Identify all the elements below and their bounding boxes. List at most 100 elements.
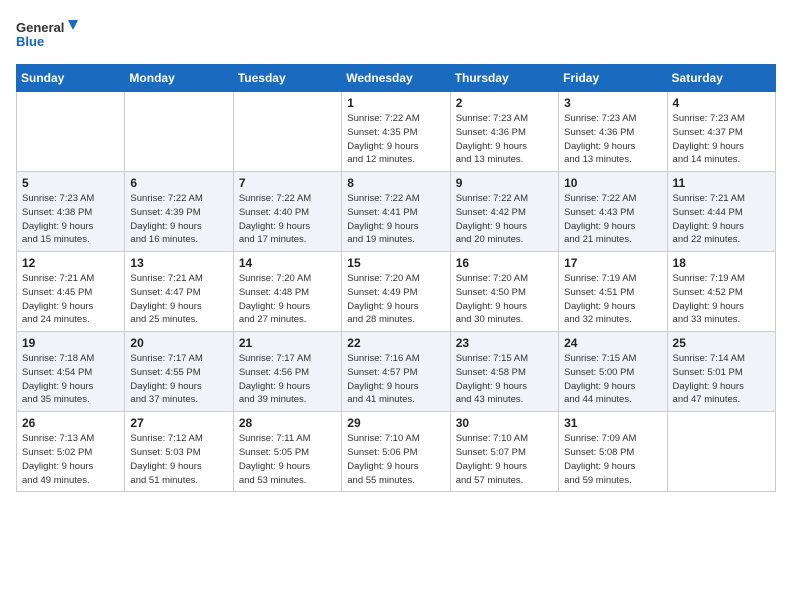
day-info: Sunrise: 7:15 AM Sunset: 4:58 PM Dayligh…	[456, 352, 553, 407]
calendar-table: SundayMondayTuesdayWednesdayThursdayFrid…	[16, 64, 776, 492]
day-number: 20	[130, 336, 227, 350]
day-cell: 23 Sunrise: 7:15 AM Sunset: 4:58 PM Dayli…	[450, 332, 558, 412]
day-number: 18	[673, 256, 770, 270]
week-row-2: 5Sunrise: 7:23 AM Sunset: 4:38 PM Daylig…	[17, 172, 776, 252]
header-row: SundayMondayTuesdayWednesdayThursdayFrid…	[17, 65, 776, 92]
day-info: Sunrise: 7:21 AM Sunset: 4:44 PM Dayligh…	[673, 192, 770, 247]
day-info: Sunrise: 7:17 AM Sunset: 4:55 PM Dayligh…	[130, 352, 227, 407]
day-number: 7	[239, 176, 336, 190]
week-row-4: 19Sunrise: 7:18 AM Sunset: 4:54 PM Dayli…	[17, 332, 776, 412]
day-cell: 20 Sunrise: 7:17 AM Sunset: 4:55 PM Dayli…	[125, 332, 233, 412]
day-cell: 21Sunrise: 7:17 AM Sunset: 4:56 PM Dayli…	[233, 332, 341, 412]
day-cell	[233, 92, 341, 172]
day-cell: 25Sunrise: 7:14 AM Sunset: 5:01 PM Dayli…	[667, 332, 775, 412]
day-info: Sunrise: 7:19 AM Sunset: 4:51 PM Dayligh…	[564, 272, 661, 327]
day-number: 14	[239, 256, 336, 270]
day-header-tuesday: Tuesday	[233, 65, 341, 92]
day-info: Sunrise: 7:22 AM Sunset: 4:35 PM Dayligh…	[347, 112, 444, 167]
day-info: Sunrise: 7:22 AM Sunset: 4:39 PM Dayligh…	[130, 192, 227, 247]
day-cell: 4Sunrise: 7:23 AM Sunset: 4:37 PM Daylig…	[667, 92, 775, 172]
day-cell: 9Sunrise: 7:22 AM Sunset: 4:42 PM Daylig…	[450, 172, 558, 252]
day-number: 28	[239, 416, 336, 430]
day-cell: 5Sunrise: 7:23 AM Sunset: 4:38 PM Daylig…	[17, 172, 125, 252]
week-row-3: 12 Sunrise: 7:21 AM Sunset: 4:45 PM Dayli…	[17, 252, 776, 332]
day-info: Sunrise: 7:22 AM Sunset: 4:41 PM Dayligh…	[347, 192, 444, 247]
day-number: 11	[673, 176, 770, 190]
day-number: 25	[673, 336, 770, 350]
day-header-friday: Friday	[559, 65, 667, 92]
day-number: 6	[130, 176, 227, 190]
day-cell: 29 Sunrise: 7:10 AM Sunset: 5:06 PM Dayli…	[342, 412, 450, 492]
day-number: 17	[564, 256, 661, 270]
day-info: Sunrise: 7:09 AM Sunset: 5:08 PM Dayligh…	[564, 432, 661, 487]
day-info: Sunrise: 7:10 AM Sunset: 5:07 PM Dayligh…	[456, 432, 553, 487]
day-info: Sunrise: 7:22 AM Sunset: 4:42 PM Dayligh…	[456, 192, 553, 247]
day-info: Sunrise: 7:12 AM Sunset: 5:03 PM Dayligh…	[130, 432, 227, 487]
day-number: 13	[130, 256, 227, 270]
day-cell: 26 Sunrise: 7:13 AM Sunset: 5:02 PM Dayli…	[17, 412, 125, 492]
day-number: 3	[564, 96, 661, 110]
week-row-1: 1 Sunrise: 7:22 AM Sunset: 4:35 PM Daylig…	[17, 92, 776, 172]
day-info: Sunrise: 7:19 AM Sunset: 4:52 PM Dayligh…	[673, 272, 770, 327]
day-cell: 17 Sunrise: 7:19 AM Sunset: 4:51 PM Dayli…	[559, 252, 667, 332]
day-number: 26	[22, 416, 119, 430]
day-info: Sunrise: 7:23 AM Sunset: 4:36 PM Dayligh…	[456, 112, 553, 167]
day-cell: 6 Sunrise: 7:22 AM Sunset: 4:39 PM Daylig…	[125, 172, 233, 252]
day-cell: 3 Sunrise: 7:23 AM Sunset: 4:36 PM Daylig…	[559, 92, 667, 172]
day-cell: 31 Sunrise: 7:09 AM Sunset: 5:08 PM Dayli…	[559, 412, 667, 492]
day-header-sunday: Sunday	[17, 65, 125, 92]
day-header-wednesday: Wednesday	[342, 65, 450, 92]
day-header-saturday: Saturday	[667, 65, 775, 92]
day-number: 22	[347, 336, 444, 350]
day-cell: 2 Sunrise: 7:23 AM Sunset: 4:36 PM Daylig…	[450, 92, 558, 172]
day-info: Sunrise: 7:21 AM Sunset: 4:45 PM Dayligh…	[22, 272, 119, 327]
day-cell: 12 Sunrise: 7:21 AM Sunset: 4:45 PM Dayli…	[17, 252, 125, 332]
day-info: Sunrise: 7:21 AM Sunset: 4:47 PM Dayligh…	[130, 272, 227, 327]
day-cell	[17, 92, 125, 172]
day-info: Sunrise: 7:20 AM Sunset: 4:49 PM Dayligh…	[347, 272, 444, 327]
day-info: Sunrise: 7:18 AM Sunset: 4:54 PM Dayligh…	[22, 352, 119, 407]
day-cell	[667, 412, 775, 492]
day-info: Sunrise: 7:23 AM Sunset: 4:37 PM Dayligh…	[673, 112, 770, 167]
day-info: Sunrise: 7:13 AM Sunset: 5:02 PM Dayligh…	[22, 432, 119, 487]
day-info: Sunrise: 7:20 AM Sunset: 4:48 PM Dayligh…	[239, 272, 336, 327]
day-cell: 30 Sunrise: 7:10 AM Sunset: 5:07 PM Dayli…	[450, 412, 558, 492]
day-info: Sunrise: 7:23 AM Sunset: 4:36 PM Dayligh…	[564, 112, 661, 167]
day-cell: 19Sunrise: 7:18 AM Sunset: 4:54 PM Dayli…	[17, 332, 125, 412]
day-cell: 10 Sunrise: 7:22 AM Sunset: 4:43 PM Dayli…	[559, 172, 667, 252]
day-number: 23	[456, 336, 553, 350]
logo-svg: GeneralBlue	[16, 16, 86, 52]
day-cell: 11 Sunrise: 7:21 AM Sunset: 4:44 PM Dayli…	[667, 172, 775, 252]
svg-text:General: General	[16, 20, 64, 35]
logo: GeneralBlue	[16, 16, 86, 52]
day-number: 29	[347, 416, 444, 430]
day-cell	[125, 92, 233, 172]
day-number: 1	[347, 96, 444, 110]
day-cell: 1 Sunrise: 7:22 AM Sunset: 4:35 PM Daylig…	[342, 92, 450, 172]
day-cell: 16Sunrise: 7:20 AM Sunset: 4:50 PM Dayli…	[450, 252, 558, 332]
day-number: 15	[347, 256, 444, 270]
day-number: 24	[564, 336, 661, 350]
day-cell: 8 Sunrise: 7:22 AM Sunset: 4:41 PM Daylig…	[342, 172, 450, 252]
day-cell: 27 Sunrise: 7:12 AM Sunset: 5:03 PM Dayli…	[125, 412, 233, 492]
day-header-thursday: Thursday	[450, 65, 558, 92]
day-number: 30	[456, 416, 553, 430]
day-info: Sunrise: 7:22 AM Sunset: 4:40 PM Dayligh…	[239, 192, 336, 247]
day-number: 5	[22, 176, 119, 190]
day-number: 12	[22, 256, 119, 270]
page-header: GeneralBlue	[16, 16, 776, 52]
day-info: Sunrise: 7:10 AM Sunset: 5:06 PM Dayligh…	[347, 432, 444, 487]
week-row-5: 26 Sunrise: 7:13 AM Sunset: 5:02 PM Dayli…	[17, 412, 776, 492]
day-info: Sunrise: 7:16 AM Sunset: 4:57 PM Dayligh…	[347, 352, 444, 407]
day-number: 8	[347, 176, 444, 190]
day-cell: 22 Sunrise: 7:16 AM Sunset: 4:57 PM Dayli…	[342, 332, 450, 412]
day-number: 27	[130, 416, 227, 430]
day-number: 21	[239, 336, 336, 350]
day-number: 2	[456, 96, 553, 110]
day-info: Sunrise: 7:20 AM Sunset: 4:50 PM Dayligh…	[456, 272, 553, 327]
day-number: 31	[564, 416, 661, 430]
day-cell: 14 Sunrise: 7:20 AM Sunset: 4:48 PM Dayli…	[233, 252, 341, 332]
day-number: 10	[564, 176, 661, 190]
day-info: Sunrise: 7:15 AM Sunset: 5:00 PM Dayligh…	[564, 352, 661, 407]
day-info: Sunrise: 7:22 AM Sunset: 4:43 PM Dayligh…	[564, 192, 661, 247]
